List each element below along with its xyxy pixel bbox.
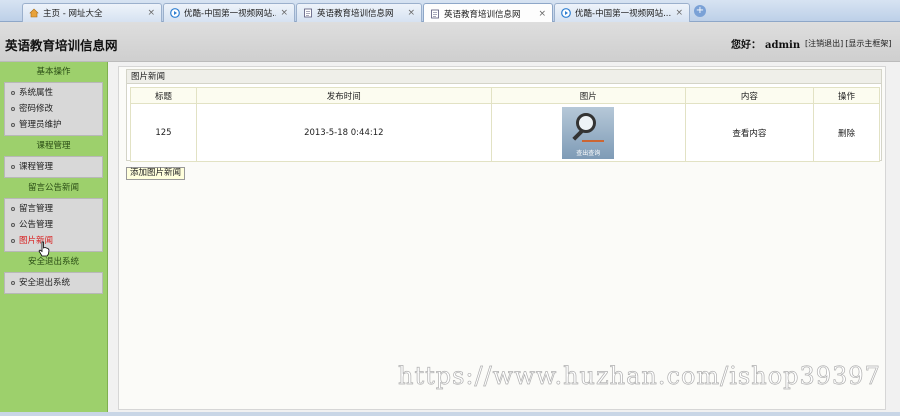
tab-title: 主页 - 网址大全 xyxy=(43,9,103,19)
site-header: 英语教育培训信息网 您好： admin [注销退出] [显示主框架] xyxy=(0,22,900,62)
close-icon[interactable]: × xyxy=(147,8,155,18)
sidebar-section-basic: 系统属性 密码修改 管理员维护 xyxy=(4,82,103,136)
column-header-image: 图片 xyxy=(490,87,686,104)
greeting-label: 您好： xyxy=(731,40,761,51)
sidebar-section-title[interactable]: 课程管理 xyxy=(0,136,107,156)
main-content: 图片新闻 标题 发布时间 图片 内容 操作 125 2013-5-18 0:44… xyxy=(118,66,886,410)
site-title: 英语教育培训信息网 xyxy=(5,38,118,53)
table-header-row: 标题 发布时间 图片 内容 操作 xyxy=(130,87,881,104)
column-header-actions: 操作 xyxy=(812,87,881,104)
show-frame-link[interactable]: [显示主框架] xyxy=(845,39,891,48)
bullet-icon xyxy=(11,90,15,95)
picture-news-table: 标题 发布时间 图片 内容 操作 125 2013-5-18 0:44:12 查… xyxy=(130,87,881,162)
youku-icon xyxy=(170,8,180,18)
picture-news-panel: 图片新闻 标题 发布时间 图片 内容 操作 125 2013-5-18 0:44… xyxy=(126,69,882,162)
sidebar-section-exit: 安全退出系统 xyxy=(4,272,103,294)
header-links: [注销退出] [显示主框架] xyxy=(805,38,894,49)
table-row: 125 2013-5-18 0:44:12 查出查询 查看内容 删除 xyxy=(130,103,881,162)
page-icon xyxy=(430,9,440,19)
column-header-title: 标题 xyxy=(130,87,197,104)
bullet-icon xyxy=(11,164,15,169)
sidebar-item-course-management[interactable]: 课程管理 xyxy=(5,159,102,175)
tab-title: 英语教育培训信息网 xyxy=(317,9,394,19)
logout-link[interactable]: [注销退出] xyxy=(805,39,843,48)
page-icon xyxy=(303,8,313,18)
sidebar-item-system-properties[interactable]: 系统属性 xyxy=(5,85,102,101)
browser-tab-site-active[interactable]: 英语教育培训信息网 × xyxy=(423,3,553,23)
sidebar-section-courses: 课程管理 xyxy=(4,156,103,178)
tab-title: 优酷-中国第一视频网站... xyxy=(575,9,672,19)
youku-icon xyxy=(561,8,571,18)
new-tab-button[interactable]: + xyxy=(694,5,706,17)
column-header-content: 内容 xyxy=(684,87,814,104)
taskbar-edge xyxy=(0,412,900,416)
add-picture-news-button[interactable]: 添加图片新闻 xyxy=(126,167,186,180)
hand-cursor-icon xyxy=(38,241,50,261)
close-icon[interactable]: × xyxy=(675,8,683,18)
username: admin xyxy=(765,40,801,51)
close-icon[interactable]: × xyxy=(407,8,415,18)
sidebar-item-notice-management[interactable]: 公告管理 xyxy=(5,217,102,233)
sidebar-item-change-password[interactable]: 密码修改 xyxy=(5,101,102,117)
cell-time: 2013-5-18 0:44:12 xyxy=(195,103,492,162)
sidebar-item-safe-exit[interactable]: 安全退出系统 xyxy=(5,275,102,291)
bullet-icon xyxy=(11,106,15,111)
browser-tab-youku-2[interactable]: 优酷-中国第一视频网站... × xyxy=(554,3,690,22)
panel-title: 图片新闻 xyxy=(127,70,881,84)
bullet-icon xyxy=(11,122,15,127)
cell-image: 查出查询 xyxy=(490,103,686,162)
sidebar-section-messages: 留言管理 公告管理 图片新闻 xyxy=(4,198,103,252)
sidebar-item-picture-news[interactable]: 图片新闻 xyxy=(5,233,102,249)
news-thumbnail[interactable]: 查出查询 xyxy=(562,106,615,159)
browser-tab-site[interactable]: 英语教育培训信息网 × xyxy=(296,3,422,22)
cell-title: 125 xyxy=(130,103,197,162)
close-icon[interactable]: × xyxy=(538,9,546,19)
browser-tab-youku[interactable]: 优酷-中国第一视频网站... × xyxy=(163,3,295,22)
bullet-icon xyxy=(11,206,15,211)
close-icon[interactable]: × xyxy=(280,8,288,18)
sidebar-section-title[interactable]: 留言公告新闻 xyxy=(0,178,107,198)
delete-link[interactable]: 删除 xyxy=(812,103,881,162)
bullet-icon xyxy=(11,280,15,285)
watermark-text: https://www.huzhan.com/ishop39397 xyxy=(398,362,881,391)
bullet-icon xyxy=(11,238,15,243)
thumbnail-caption: 查出查询 xyxy=(576,149,601,157)
tab-title: 英语教育培训信息网 xyxy=(444,9,521,20)
column-header-time: 发布时间 xyxy=(195,87,492,104)
home-icon xyxy=(29,8,39,18)
sidebar-section-title[interactable]: 基本操作 xyxy=(0,62,107,82)
sidebar-item-message-management[interactable]: 留言管理 xyxy=(5,201,102,217)
view-content-link[interactable]: 查看内容 xyxy=(684,103,814,162)
bullet-icon xyxy=(11,222,15,227)
sidebar-section-title[interactable]: 安全退出系统 xyxy=(0,252,107,272)
sidebar-item-admin-maintenance[interactable]: 管理员维护 xyxy=(5,117,102,133)
browser-tab-bar: 主页 - 网址大全 × 优酷-中国第一视频网站... × 英语教育培训信息网 ×… xyxy=(0,0,900,23)
tab-title: 优酷-中国第一视频网站... xyxy=(184,9,277,19)
sidebar: 基本操作 系统属性 密码修改 管理员维护 课程管理 课程管理 留言公告新闻 留言… xyxy=(0,62,108,412)
welcome-text: 您好： admin xyxy=(731,36,800,51)
browser-tab-home[interactable]: 主页 - 网址大全 × xyxy=(22,3,162,22)
